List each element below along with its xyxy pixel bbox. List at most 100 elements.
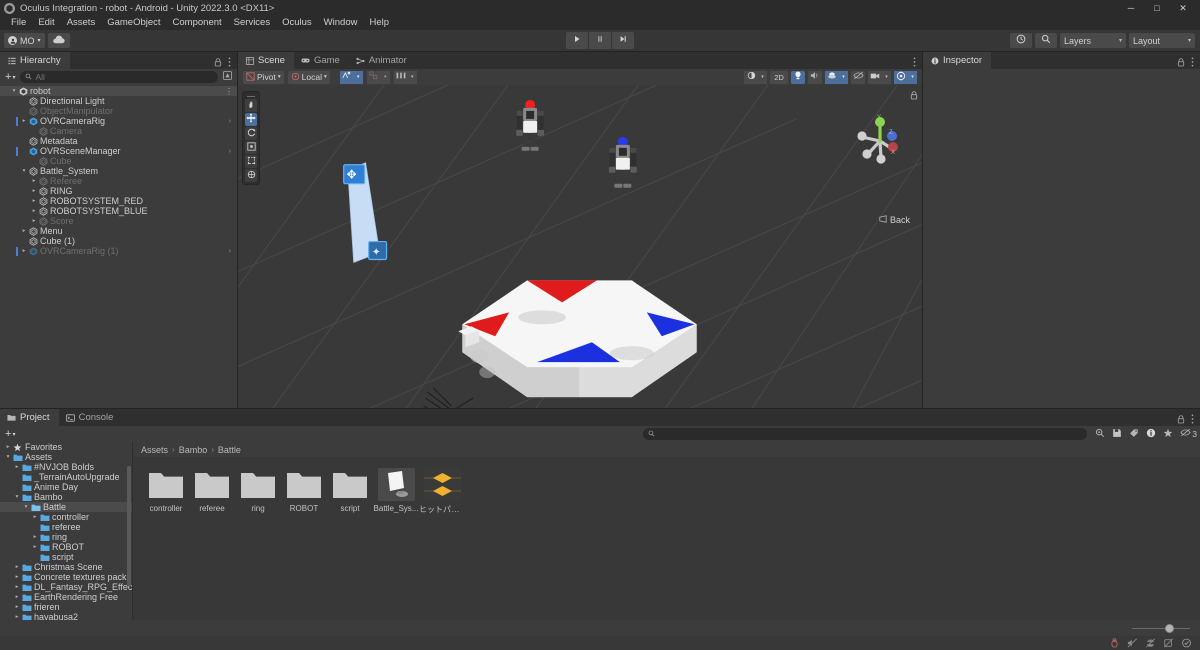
- add-gameobject-button[interactable]: + ▾: [3, 71, 17, 83]
- project-tree-item-assets[interactable]: ▾ Assets: [0, 452, 132, 462]
- scene-camera-dropdown[interactable]: ▾: [882, 70, 891, 84]
- expand-arrow-icon[interactable]: ▸: [20, 248, 28, 254]
- gizmos-toggle[interactable]: [894, 70, 908, 84]
- expand-arrow-icon[interactable]: ▸: [20, 118, 28, 124]
- expand-arrow-icon[interactable]: ▸: [31, 514, 39, 520]
- hierarchy-item-menu[interactable]: ▸ Menu: [0, 226, 237, 236]
- hierarchy-item-directional-light[interactable]: Directional Light: [0, 96, 237, 106]
- hierarchy-item-objectmanipulator[interactable]: ObjectManipulator: [0, 106, 237, 116]
- project-tree-item-bambo[interactable]: ▾ Bambo: [0, 492, 132, 502]
- tab-game[interactable]: Game: [293, 52, 349, 69]
- tab-console[interactable]: Console: [58, 409, 123, 426]
- menu-component[interactable]: Component: [167, 16, 228, 30]
- breadcrumb-item-battle[interactable]: Battle: [218, 445, 241, 455]
- hierarchy-tree[interactable]: ▾ robot ⋮ Directional Light ObjectManipulato…: [0, 85, 237, 408]
- palette-drag-handle[interactable]: [245, 94, 257, 98]
- kebab-menu-icon[interactable]: [228, 57, 231, 69]
- save-filter-icon[interactable]: [1112, 428, 1122, 441]
- chevron-right-icon[interactable]: ›: [229, 118, 231, 125]
- gizmos-dropdown[interactable]: ▾: [908, 70, 917, 84]
- viewport-lock-icon[interactable]: [910, 91, 918, 102]
- hierarchy-item-referee[interactable]: ▸ Referee: [0, 176, 237, 186]
- expand-arrow-icon[interactable]: ▸: [30, 188, 38, 194]
- hierarchy-search-input[interactable]: [35, 72, 213, 82]
- menu-file[interactable]: File: [5, 16, 32, 30]
- expand-arrow-icon[interactable]: ▸: [13, 564, 21, 570]
- project-tree-item-dl-fantasy-rpg-effects[interactable]: ▸ DL_Fantasy_RPG_Effects: [0, 582, 132, 592]
- account-dropdown[interactable]: MO ▾: [4, 33, 45, 48]
- lock-icon[interactable]: [214, 57, 222, 69]
- hierarchy-item-cube-1[interactable]: Cube (1): [0, 236, 237, 246]
- check-icon[interactable]: [1181, 638, 1192, 649]
- project-tree-item-robot[interactable]: ▸ ROBOT: [0, 542, 132, 552]
- project-tree-item-concrete-textures-pack[interactable]: ▸ Concrete textures pack: [0, 572, 132, 582]
- asset-item[interactable]: ヒットパンチ...: [419, 467, 465, 515]
- hierarchy-item-ring[interactable]: ▸ RING: [0, 186, 237, 196]
- hidden-packages-toggle[interactable]: 3: [1180, 428, 1197, 440]
- expand-arrow-icon[interactable]: ▸: [13, 614, 21, 620]
- shading-mode-dropdown[interactable]: ▾: [758, 70, 767, 84]
- asset-item[interactable]: script: [331, 467, 369, 515]
- audio-toggle[interactable]: [808, 70, 822, 84]
- hierarchy-item-cube[interactable]: Cube: [0, 156, 237, 166]
- tab-inspector[interactable]: Inspector: [923, 52, 992, 69]
- move-tool[interactable]: [245, 113, 257, 126]
- project-tree-scrollbar[interactable]: [127, 466, 131, 586]
- layers-dropdown[interactable]: Layers ▾: [1060, 33, 1126, 48]
- project-tree-item-battle[interactable]: ▾ Battle: [0, 502, 132, 512]
- project-tree-item-anime-day[interactable]: Anime Day: [0, 482, 132, 492]
- project-tree-item-controller[interactable]: ▸ controller: [0, 512, 132, 522]
- scene-orientation-gizmo[interactable]: Y Z X: [850, 113, 910, 169]
- expand-arrow-icon[interactable]: ▸: [30, 208, 38, 214]
- expand-arrow-icon[interactable]: ▸: [30, 198, 38, 204]
- hierarchy-item-camera[interactable]: Camera: [0, 126, 237, 136]
- tab-scene[interactable]: Scene: [238, 52, 294, 69]
- snap-increment-toggle[interactable]: [366, 70, 381, 84]
- hierarchy-item-ovrcamerarig-1[interactable]: ▸ OVRCameraRig (1) ›: [0, 246, 237, 256]
- hierarchy-item-robotsystem-blue[interactable]: ▸ ROBOTSYSTEM_BLUE: [0, 206, 237, 216]
- rect-tool[interactable]: [245, 155, 257, 168]
- menu-services[interactable]: Services: [228, 16, 276, 30]
- expand-arrow-icon[interactable]: ▸: [13, 584, 21, 590]
- project-tree-item-christmas-scene[interactable]: ▸ Christmas Scene: [0, 562, 132, 572]
- slider-knob[interactable]: [1165, 623, 1174, 633]
- kebab-menu-icon[interactable]: [1191, 414, 1194, 426]
- hidden-objects-toggle[interactable]: [851, 70, 865, 84]
- asset-item[interactable]: ROBOT: [285, 467, 323, 515]
- project-add-button[interactable]: + ▾: [3, 428, 17, 440]
- expand-arrow-icon[interactable]: ▸: [13, 464, 21, 470]
- expand-arrow-icon[interactable]: ▸: [30, 178, 38, 184]
- asset-item[interactable]: controller: [147, 467, 185, 515]
- lock-icon[interactable]: [1177, 57, 1185, 69]
- menu-assets[interactable]: Assets: [61, 16, 102, 30]
- menu-gameobject[interactable]: GameObject: [101, 16, 166, 30]
- breadcrumb-item-assets[interactable]: Assets: [141, 445, 168, 455]
- hierarchy-item-battle-system[interactable]: ▾ Battle_System: [0, 166, 237, 176]
- expand-arrow-icon[interactable]: ▸: [20, 228, 28, 234]
- expand-arrow-icon[interactable]: ▸: [13, 574, 21, 580]
- tab-project[interactable]: Project: [0, 409, 59, 426]
- tab-hierarchy[interactable]: Hierarchy: [0, 52, 70, 69]
- expand-arrow-icon[interactable]: ▾: [13, 494, 21, 500]
- hierarchy-item-metadata[interactable]: Metadata: [0, 136, 237, 146]
- lock-icon[interactable]: [1177, 414, 1185, 426]
- collab-icon[interactable]: [1145, 638, 1156, 649]
- expand-arrow-icon[interactable]: ▸: [31, 544, 39, 550]
- minimize-button[interactable]: ─: [1118, 0, 1144, 16]
- project-tree-item-ring[interactable]: ▸ ring: [0, 532, 132, 542]
- project-tree-item-script[interactable]: script: [0, 552, 132, 562]
- hierarchy-item-robotsystem-red[interactable]: ▸ ROBOTSYSTEM_RED: [0, 196, 237, 206]
- shading-mode-button[interactable]: [744, 70, 758, 84]
- project-search-input[interactable]: [658, 429, 1083, 439]
- pivot-dropdown[interactable]: Pivot ▾: [243, 70, 284, 84]
- asset-item[interactable]: Battle_Sys...: [374, 467, 418, 515]
- scene-orientation-label-row[interactable]: Back: [879, 215, 910, 225]
- mute-icon[interactable]: [1127, 638, 1138, 649]
- label-icon[interactable]: [1129, 428, 1139, 441]
- pause-button[interactable]: [589, 32, 611, 49]
- expand-arrow-icon[interactable]: ▾: [20, 168, 28, 174]
- transform-tool[interactable]: [245, 169, 257, 182]
- asset-grid[interactable]: controller referee ring ROBOT script Battle_S…: [133, 457, 1200, 620]
- project-tree-item-frieren[interactable]: ▸ frieren: [0, 602, 132, 612]
- hierarchy-search-field[interactable]: [20, 71, 218, 83]
